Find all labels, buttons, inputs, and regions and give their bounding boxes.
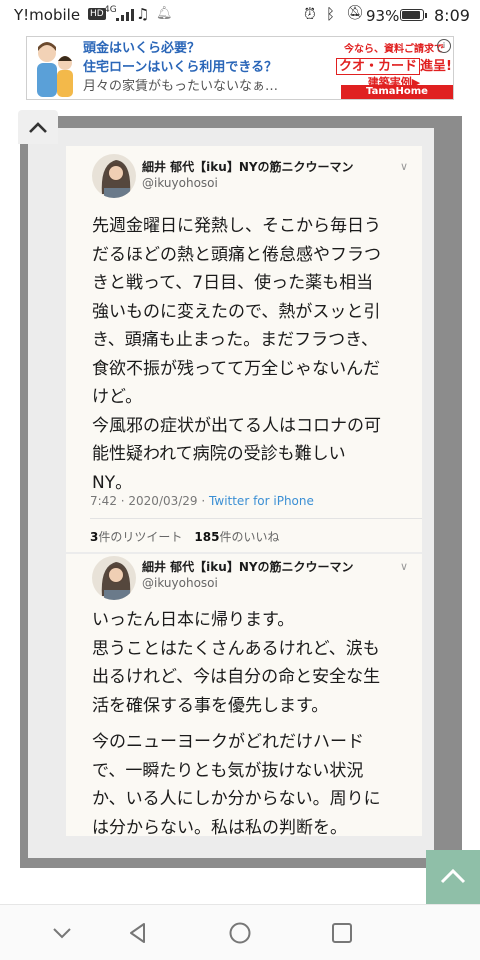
recents-icon[interactable] <box>328 919 356 947</box>
ad-line-3: 月々の家賃がもったいないなぁ… <box>83 79 279 94</box>
tweet-card: 細井 郁代【iku】NYの筋ニクウーマン @ikuyohosoi ∨ 先週金曜日… <box>66 146 422 552</box>
clock: 8:09 <box>434 6 470 25</box>
scroll-to-top-button[interactable] <box>426 850 480 904</box>
tweet-line: NY。 <box>92 472 133 493</box>
tweet-text: いったん日本に帰ります。 思うことはたくさんあるけれど、涙も 出るけれど、今は自… <box>92 606 412 842</box>
avatar <box>92 556 136 600</box>
like-label: 件のいいね <box>219 530 280 544</box>
tweet-line: 思うことはたくさんあるけれど、涙も <box>92 638 380 659</box>
handle: @ikuyohosoi <box>142 176 218 190</box>
chevron-up-icon <box>440 868 466 884</box>
tweet-line: か、いる人にしか分からない。周りに <box>92 789 381 809</box>
family-illustration <box>37 42 73 97</box>
ad-offer-suffix: 進呈! <box>420 59 452 74</box>
tweet-line: で、一瞬たりとも気が抜けない状況 <box>92 760 364 781</box>
tweet-line: けど。 <box>92 387 143 407</box>
ad-banner[interactable]: 頭金はいくら必要？ 住宅ローンはいくら利用できる？ 月々の家賃がもったいないなぁ… <box>26 36 454 100</box>
tweet-line: いったん日本に帰ります。 <box>92 610 295 630</box>
tweet-line: 食欲不振が残ってて万全じゃないんだ <box>92 358 381 379</box>
ad-line-1: 頭金はいくら必要？ <box>83 41 201 56</box>
ad-offer-line-1: 今なら、資料ご請求で <box>344 44 444 55</box>
carrier-label: Y!mobile <box>14 6 81 24</box>
ad-offer-line-2: クオ・カード 進呈! <box>335 55 453 75</box>
status-bar: Y!mobile HD 4G ♫ 🔔︎ ⏰︎ ᛒ 🔕︎ 93% 8:09 <box>0 0 480 32</box>
signal-icon <box>116 9 134 21</box>
tweet-line: 強いものに変えたので、熱がスッと引 <box>92 301 381 322</box>
collapse-button[interactable] <box>18 110 58 144</box>
tweet-line: きと戦って、7日目、使った薬も相当 <box>92 273 374 293</box>
mute-icon: 🔕︎ <box>346 5 364 21</box>
like-count: 185 <box>194 530 220 544</box>
handle: @ikuyohosoi <box>142 576 218 590</box>
display-name: 細井 郁代【iku】NYの筋ニクウーマン <box>142 560 354 574</box>
brand-logo: TamaHome <box>341 85 453 99</box>
ad-offer: 今なら、資料ご請求で クオ・カード 進呈! 建築実例▶ TamaHome <box>335 37 453 99</box>
bell-icon: 🔔︎ <box>156 6 173 21</box>
network-type: 4G <box>104 5 117 15</box>
music-note-icon: ♫ <box>136 5 150 23</box>
battery-percent: 93% <box>366 7 400 25</box>
tweet-line: は分からない。私は私の判断を。 <box>92 817 347 838</box>
tweet-line: き、頭痛も止まった。まだフラつき、 <box>92 330 378 350</box>
tweet-line: 能性疑われて病院の受診も難しい <box>92 444 346 464</box>
tweet-stats: 3件のリツイート 185件のいいね <box>90 528 279 545</box>
ad-text: 頭金はいくら必要？ 住宅ローンはいくら利用できる？ 月々の家賃がもったいないなぁ… <box>83 39 339 96</box>
tweet-line: 今風邪の症状が出てる人はコロナの可 <box>92 415 381 436</box>
tweet-line: 今のニューヨークがどれだけハード <box>92 732 364 752</box>
tweet-source-link[interactable]: Twitter for iPhone <box>209 494 314 508</box>
tweet-text: 先週金曜日に発熱し、そこから毎日う だるほどの熱と頭痛と倦怠感やフラつ きと戦っ… <box>92 212 412 497</box>
tweet-line: 先週金曜日に発熱し、そこから毎日う <box>92 216 381 236</box>
home-icon[interactable] <box>226 919 254 947</box>
alarm-icon: ⏰︎ <box>304 5 316 23</box>
back-icon[interactable] <box>124 919 152 947</box>
chevron-up-icon <box>29 122 47 133</box>
battery-icon <box>400 9 427 21</box>
avatar <box>92 154 136 198</box>
tweet-line: 活を確保する事を優先します。 <box>92 695 329 716</box>
quo-card-label: クオ・カード <box>336 58 421 75</box>
retweet-label: 件のリツイート <box>98 530 183 544</box>
display-name: 細井 郁代【iku】NYの筋ニクウーマン <box>142 160 354 174</box>
tweet-line: だるほどの熱と頭痛と倦怠感やフラつ <box>92 244 381 265</box>
chevron-down-icon[interactable]: ∨ <box>400 560 408 573</box>
ad-info-icon[interactable]: i <box>437 39 451 53</box>
tweet-card: 細井 郁代【iku】NYの筋ニクウーマン @ikuyohosoi ∨ いったん日… <box>66 554 422 838</box>
tweet-line: 出るけれど、今は自分の命と安全な生 <box>92 667 381 687</box>
navigation-bar <box>0 904 480 960</box>
chevron-down-icon[interactable] <box>48 919 76 947</box>
tweet-meta: 7:42 · 2020/03/29 · Twitter for iPhone <box>90 494 314 508</box>
ad-line-2: 住宅ローンはいくら利用できる？ <box>83 60 278 75</box>
chevron-down-icon[interactable]: ∨ <box>400 160 408 173</box>
tweet-date: 2020/03/29 <box>128 494 198 508</box>
bluetooth-icon: ᛒ <box>326 5 336 23</box>
tweet-time: 7:42 <box>90 494 117 508</box>
divider <box>90 518 422 519</box>
